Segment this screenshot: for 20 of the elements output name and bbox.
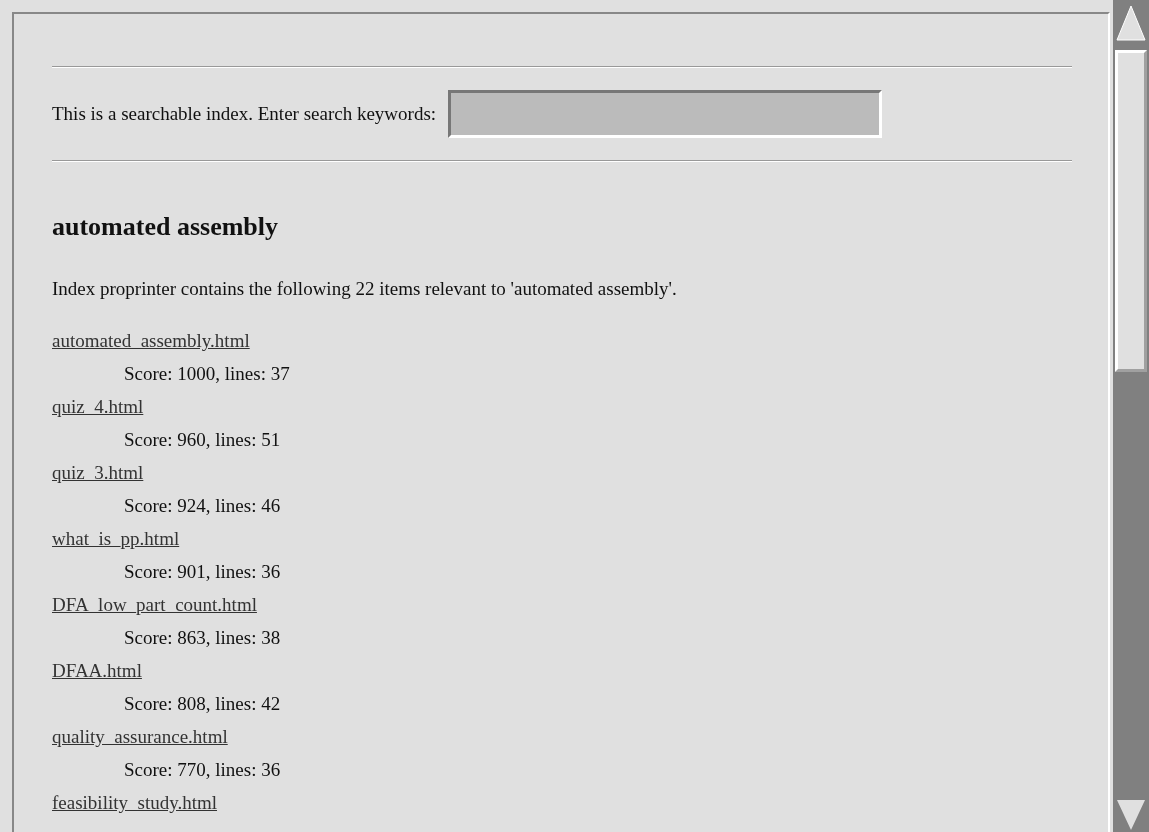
result-link[interactable]: quality_assurance.html (52, 720, 228, 753)
result-details: Score: 1000, lines: 37 (123, 362, 291, 386)
result-link[interactable]: quiz_4.html (52, 390, 144, 423)
scrollbar-thumb[interactable] (1115, 50, 1147, 372)
result-link[interactable]: what_is_pp.html (52, 522, 180, 555)
result-details: Score: 960, lines: 51 (123, 428, 282, 452)
result-link[interactable]: DFA_low_part_count.html (52, 588, 257, 621)
result-details: Score: 863, lines: 38 (123, 626, 282, 650)
result-details: Score: 924, lines: 46 (123, 494, 282, 518)
search-field[interactable] (448, 90, 883, 138)
result-link[interactable]: quiz_3.html (52, 456, 144, 489)
result-details: Score: 770, lines: 36 (123, 758, 282, 782)
result-link[interactable]: DFAA.html (52, 654, 142, 687)
search-label: This is a searchable index. Enter search keywords: (52, 103, 437, 125)
result-details: Score: 901, lines: 36 (123, 560, 282, 584)
result-link[interactable]: automated_assembly.html (52, 324, 250, 357)
result-link[interactable]: feasibility_study.html (52, 786, 217, 819)
result-heading: automated assembly (52, 211, 280, 243)
result-summary: Index proprinter contains the following 22 items relevant to 'automated assembly'. (52, 277, 678, 301)
result-details: Score: 808, lines: 42 (123, 692, 282, 716)
